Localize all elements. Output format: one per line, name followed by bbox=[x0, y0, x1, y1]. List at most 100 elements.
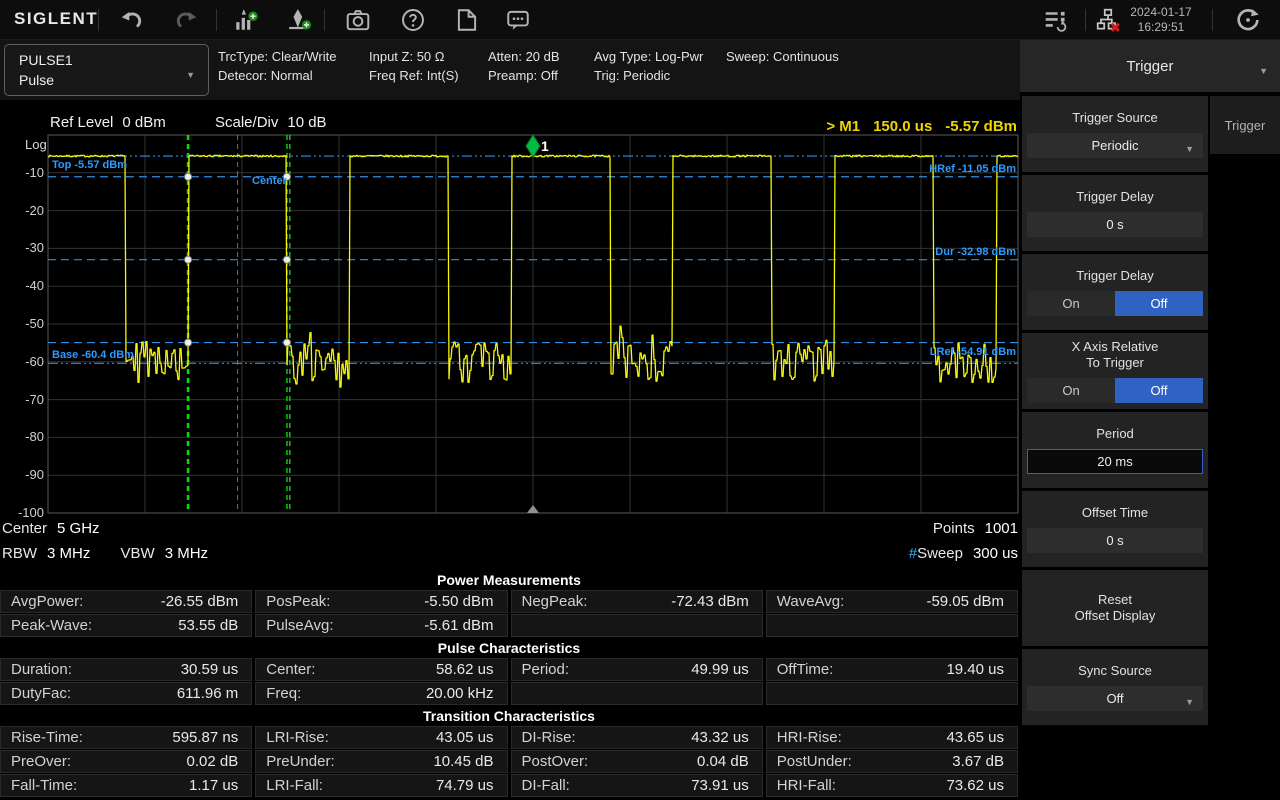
chevron-down-icon bbox=[186, 65, 195, 83]
points-readout[interactable]: Points1001 bbox=[933, 520, 1018, 537]
table-cell: PostUnder:3.67 dB bbox=[766, 750, 1018, 773]
table-cell: PostOver:0.04 dB bbox=[511, 750, 763, 773]
y-tick: -20 bbox=[0, 203, 44, 218]
ref-level-label: Ref Level bbox=[50, 114, 113, 131]
table-cell bbox=[511, 682, 763, 705]
time-text: 16:29:51 bbox=[1124, 20, 1198, 35]
refline-label-dur: Dur -32.98 dBm bbox=[935, 246, 1016, 258]
marker-x-pointer bbox=[527, 505, 539, 513]
preset-icon[interactable] bbox=[1234, 6, 1262, 34]
scale-div-control[interactable]: Scale/Div10 dB bbox=[215, 114, 327, 131]
table-cell: Peak-Wave:53.55 dB bbox=[0, 614, 252, 637]
table-cell: Duration:30.59 us bbox=[0, 658, 252, 681]
y-tick: -60 bbox=[0, 354, 44, 369]
panel-title: Trigger bbox=[1127, 58, 1174, 75]
date-text: 2024-01-17 bbox=[1124, 5, 1198, 20]
table-cell: Rise-Time:595.87 ns bbox=[0, 726, 252, 749]
y-tick: -50 bbox=[0, 316, 44, 331]
table-cell: PreOver:0.02 dB bbox=[0, 750, 252, 773]
undo-icon[interactable] bbox=[118, 6, 146, 34]
add-marker-icon[interactable] bbox=[286, 6, 314, 34]
marker-readout-x: 150.0 us bbox=[873, 118, 932, 135]
panel-title-dropdown[interactable]: Trigger bbox=[1020, 40, 1280, 92]
table-title: Pulse Characteristics bbox=[0, 638, 1018, 658]
table-cell: PreUnder:10.45 dB bbox=[255, 750, 507, 773]
period-label: Period bbox=[1096, 426, 1134, 442]
trigger-delay-value[interactable]: 0 s bbox=[1027, 212, 1203, 237]
status-param-input: Input Z: 50 ΩFreq Ref: Int(S) bbox=[369, 47, 459, 85]
status-param-trace: TrcType: Clear/WriteDetecor: Normal bbox=[218, 47, 336, 85]
scale-value: 10 dB bbox=[287, 114, 326, 131]
y-tick: -80 bbox=[0, 429, 44, 444]
panel-section-trigger-delay-switch: Trigger DelayOnOff bbox=[1022, 254, 1208, 330]
status-param-atten: Atten: 20 dBPreamp: Off bbox=[488, 47, 560, 85]
trigger-source-dropdown[interactable]: Periodic bbox=[1027, 133, 1203, 158]
toolbar-separator bbox=[1212, 9, 1213, 31]
measurement-mode-dropdown[interactable]: PULSE1 Pulse bbox=[4, 44, 209, 96]
table-cell bbox=[766, 682, 1018, 705]
offset-time-label: Offset Time bbox=[1082, 505, 1148, 521]
panel-section-trigger-delay: Trigger Delay 0 s bbox=[1022, 175, 1208, 251]
add-trace-icon[interactable] bbox=[232, 6, 260, 34]
message-icon[interactable] bbox=[504, 6, 532, 34]
task-list-icon[interactable] bbox=[1042, 6, 1070, 34]
table-cell: WaveAvg:-59.05 dBm bbox=[766, 590, 1018, 613]
marker-m1-diamond[interactable] bbox=[526, 135, 540, 157]
ref-level-control[interactable]: Ref Level0 dBm bbox=[50, 114, 166, 131]
table-row: Fall-Time:1.17 usLRI-Fall:74.79 usDI-Fal… bbox=[0, 774, 1018, 797]
toolbar-separator bbox=[1085, 9, 1086, 31]
table-cell: DutyFac:611.96 m bbox=[0, 682, 252, 705]
edge-crossing-dot bbox=[184, 173, 191, 180]
table-cell bbox=[766, 614, 1018, 637]
siglent-logo: SIGLENT bbox=[14, 9, 98, 29]
trigger-delay-switch-toggle: OnOff bbox=[1027, 291, 1203, 316]
redo-icon[interactable] bbox=[172, 6, 200, 34]
chart-area: Ref Level0 dBm Scale/Div10 dB > M1150.0 … bbox=[0, 100, 1020, 570]
x-axis-relative-off[interactable]: Off bbox=[1115, 378, 1203, 403]
table-cell: AvgPower:-26.55 dBm bbox=[0, 590, 252, 613]
x-axis-relative-label: X Axis RelativeTo Trigger bbox=[1072, 339, 1159, 371]
screenshot-icon[interactable] bbox=[344, 6, 372, 34]
trigger-delay-switch-on[interactable]: On bbox=[1027, 291, 1115, 316]
edge-crossing-dot bbox=[283, 256, 290, 263]
vbw-control[interactable]: VBW3 MHz bbox=[121, 545, 209, 562]
trigger-delay-label: Trigger Delay bbox=[1076, 189, 1154, 205]
sweep-time-control[interactable]: #Sweep300 us bbox=[909, 545, 1018, 562]
table-row: DutyFac:611.96 mFreq:20.00 kHz bbox=[0, 682, 1018, 705]
table-title: Transition Characteristics bbox=[0, 706, 1018, 726]
lan-error-icon[interactable] bbox=[1094, 6, 1122, 34]
table-cell: Freq:20.00 kHz bbox=[255, 682, 507, 705]
table-title: Power Measurements bbox=[0, 570, 1018, 590]
panel-section-offset-time: Offset Time 0 s bbox=[1022, 491, 1208, 567]
analyzer-screen: SIGLENT bbox=[0, 0, 1280, 800]
toolbar: SIGLENT bbox=[0, 0, 1280, 40]
table-cell bbox=[511, 614, 763, 637]
y-tick: -70 bbox=[0, 392, 44, 407]
y-tick: -90 bbox=[0, 467, 44, 482]
x-axis-relative-on[interactable]: On bbox=[1027, 378, 1115, 403]
offset-time-value[interactable]: 0 s bbox=[1027, 528, 1203, 553]
rbw-control[interactable]: RBW3 MHz bbox=[2, 545, 90, 562]
trigger-delay-switch-off[interactable]: Off bbox=[1115, 291, 1203, 316]
table-row: AvgPower:-26.55 dBmPosPeak:-5.50 dBmNegP… bbox=[0, 590, 1018, 613]
panel-section-trigger-source: Trigger Source Periodic bbox=[1022, 96, 1208, 172]
side-tab-trigger[interactable]: Trigger bbox=[1210, 96, 1280, 154]
period-value[interactable]: 20 ms bbox=[1027, 449, 1203, 474]
table-cell: LRI-Rise:43.05 us bbox=[255, 726, 507, 749]
file-icon[interactable] bbox=[453, 6, 481, 34]
help-icon[interactable] bbox=[399, 6, 427, 34]
edge-crossing-dot bbox=[283, 339, 290, 346]
center-freq-control[interactable]: Center5 GHz bbox=[2, 520, 100, 537]
trigger-source-label: Trigger Source bbox=[1072, 110, 1158, 126]
table-cell: DI-Rise:43.32 us bbox=[511, 726, 763, 749]
sync-source-label: Sync Source bbox=[1078, 663, 1152, 679]
toolbar-separator bbox=[98, 9, 99, 31]
panel-section-reset-offset-display[interactable]: ResetOffset Display bbox=[1022, 570, 1208, 646]
marker-readout-y: -5.57 dBm bbox=[945, 118, 1017, 135]
mode-name: PULSE1 bbox=[19, 52, 73, 68]
right-panel: Trigger Trigger Source Periodic Trigger De… bbox=[1020, 40, 1280, 800]
table-cell: HRI-Fall:73.62 us bbox=[766, 774, 1018, 797]
y-tick: -40 bbox=[0, 278, 44, 293]
sync-source-dropdown[interactable]: Off bbox=[1027, 686, 1203, 711]
center-annotation: Center bbox=[252, 175, 287, 187]
